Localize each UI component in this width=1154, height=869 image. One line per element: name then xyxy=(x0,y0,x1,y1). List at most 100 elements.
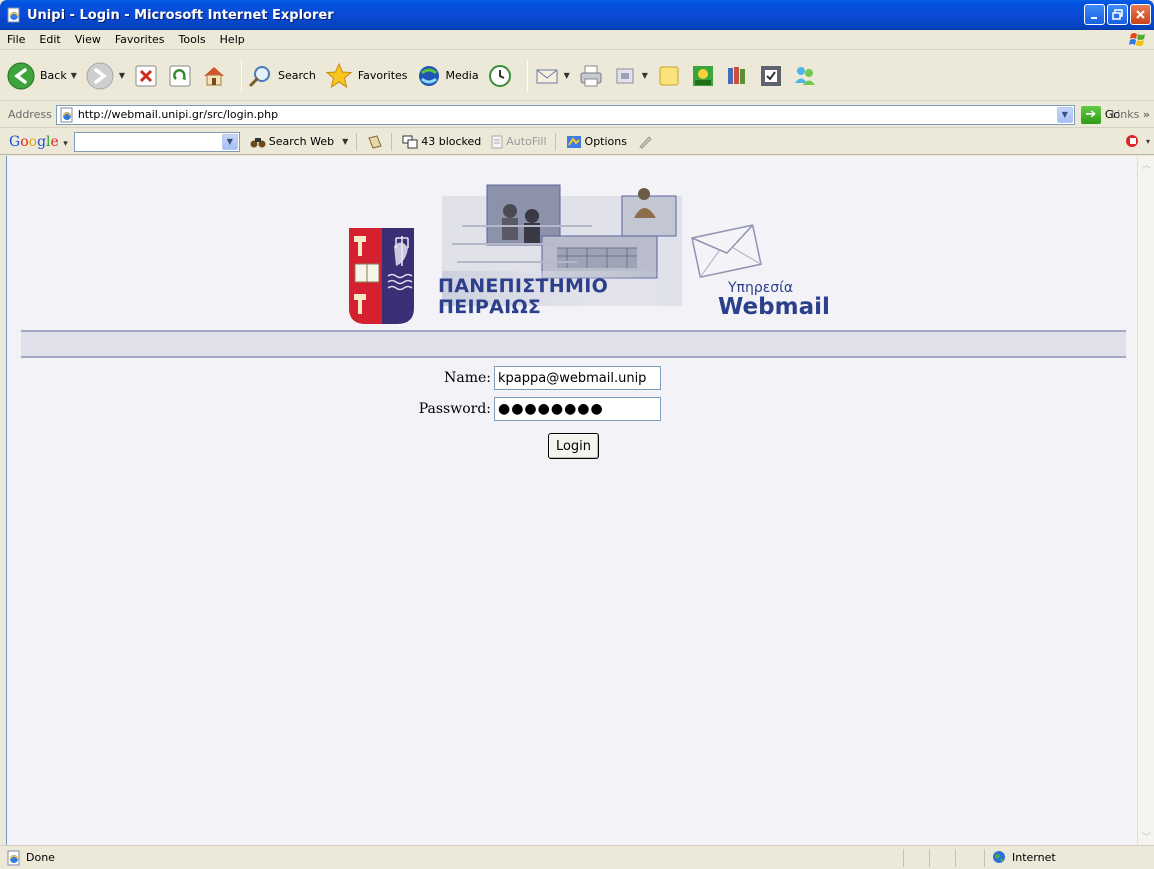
autofill-label: AutoFill xyxy=(506,135,547,148)
page-content: ΠΑΝΕΠΙΣΤΗΜΙΟ ΠΕΙΡΑΙΩΣ Υπηρεσία Webmail N… xyxy=(6,156,1137,845)
search-label: Search xyxy=(278,69,316,82)
zone-label: Internet xyxy=(1012,850,1056,864)
refresh-button[interactable] xyxy=(167,56,193,96)
chevron-right-double-icon: » xyxy=(1142,108,1150,121)
google-search-dropdown[interactable]: ▼ xyxy=(221,133,238,150)
title-bar[interactable]: Unipi - Login - Microsoft Internet Explo… xyxy=(0,0,1154,30)
menu-file[interactable]: File xyxy=(0,33,32,46)
toolbar-separator xyxy=(554,132,556,151)
highlight-button[interactable] xyxy=(637,135,653,149)
login-button[interactable]: Login xyxy=(548,433,599,459)
blocked-count-label: 43 blocked xyxy=(421,135,482,148)
options-label: Options xyxy=(584,135,627,148)
name-value: kpappa@webmail.unip xyxy=(498,370,647,386)
flower-pro-icon xyxy=(692,65,713,86)
favorites-button[interactable]: Favorites xyxy=(324,56,408,96)
autofill-icon xyxy=(491,135,503,148)
vertical-scrollbar[interactable]: ︿ ﹀ xyxy=(1137,156,1154,845)
password-value: ●●●●●●●● xyxy=(498,401,604,417)
password-label: Password: xyxy=(418,401,491,417)
address-bar: Address http://webmail.unipi.gr/src/logi… xyxy=(0,102,1154,128)
menu-view[interactable]: View xyxy=(68,33,108,46)
menu-tools[interactable]: Tools xyxy=(172,33,213,46)
address-label: Address xyxy=(8,108,52,121)
news-button[interactable] xyxy=(367,134,383,150)
address-dropdown-button[interactable]: ▼ xyxy=(1056,106,1073,123)
checkbox-panel-icon xyxy=(760,65,781,86)
chevron-down-icon[interactable]: ▼ xyxy=(119,71,125,80)
stop-button[interactable] xyxy=(133,56,159,96)
chevron-down-icon[interactable]: ▼ xyxy=(642,71,648,80)
menu-edit[interactable]: Edit xyxy=(32,33,67,46)
minimize-button[interactable] xyxy=(1084,4,1105,25)
chevron-down-icon[interactable]: ▼ xyxy=(564,71,570,80)
ie-page-icon xyxy=(7,7,20,23)
ie-page-icon xyxy=(60,107,73,122)
back-arrow-icon xyxy=(7,62,35,89)
popup-blocker-button[interactable]: 43 blocked xyxy=(402,135,481,149)
search-icon xyxy=(249,65,271,86)
google-toolbar: Google ▾ ▼ Search Web ▼ 43 blocked AutoF… xyxy=(0,129,1154,155)
chevron-down-icon[interactable]: ▼ xyxy=(71,71,77,80)
chevron-down-icon: ﹀ xyxy=(1141,833,1151,843)
stop-icon xyxy=(135,65,157,86)
favorites-label: Favorites xyxy=(357,69,408,82)
print-button[interactable] xyxy=(578,56,604,96)
standard-toolbar: Back ▼ ▼ Search Favorites Media ▼ ▼ xyxy=(0,51,1154,101)
address-input[interactable]: http://webmail.unipi.gr/src/login.php ▼ xyxy=(55,104,1075,125)
search-button[interactable]: Search xyxy=(248,56,316,96)
translate-pdf-icon xyxy=(1125,135,1138,147)
unipi-shield-logo xyxy=(349,228,414,324)
history-button[interactable] xyxy=(487,56,513,96)
google-search-input[interactable]: ▼ xyxy=(73,131,240,152)
links-label: Links xyxy=(1111,108,1140,121)
status-panel xyxy=(984,849,985,867)
options-button[interactable]: Options xyxy=(566,135,627,149)
restore-icon xyxy=(1112,9,1123,20)
home-button[interactable] xyxy=(201,56,227,96)
toolbar-separator xyxy=(356,132,358,151)
links-button[interactable]: Links » xyxy=(1111,108,1150,121)
minimize-icon xyxy=(1090,16,1097,19)
edit-page-icon xyxy=(616,68,634,83)
note-icon xyxy=(659,66,679,85)
messenger-button[interactable] xyxy=(792,56,818,96)
webmail-label: Webmail xyxy=(718,294,830,320)
mail-icon xyxy=(536,69,558,83)
name-input[interactable]: kpappa@webmail.unip xyxy=(494,366,661,390)
globe-icon xyxy=(993,851,1005,863)
binoculars-icon xyxy=(250,137,266,147)
toolbar-separator xyxy=(526,59,528,92)
password-input[interactable]: ●●●●●●●● xyxy=(494,397,661,421)
google-right-tools[interactable]: ▾ xyxy=(1124,133,1150,149)
google-logo[interactable]: Google ▾ xyxy=(9,134,68,150)
search-web-button[interactable]: Search Web ▼ xyxy=(250,135,348,149)
options-icon xyxy=(566,135,581,148)
chevron-down-icon[interactable]: ▾ xyxy=(1146,137,1150,146)
media-icon xyxy=(418,65,439,86)
menu-favorites[interactable]: Favorites xyxy=(108,33,172,46)
scroll-down-button[interactable]: ﹀ xyxy=(1139,829,1154,844)
toggle-button[interactable] xyxy=(758,56,784,96)
maximize-button[interactable] xyxy=(1107,4,1128,25)
research-button[interactable] xyxy=(724,56,750,96)
back-button[interactable]: Back ▼ xyxy=(6,56,77,96)
status-bar: Done Internet xyxy=(0,845,1154,869)
close-button[interactable] xyxy=(1130,4,1151,25)
notes-button[interactable] xyxy=(656,56,682,96)
media-button[interactable]: Media xyxy=(416,56,479,96)
edit-button[interactable]: ▼ xyxy=(612,56,648,96)
menu-bar: File Edit View Favorites Tools Help xyxy=(0,30,1154,50)
go-arrow-icon: ➔ xyxy=(1080,105,1101,124)
forward-button[interactable]: ▼ xyxy=(85,56,125,96)
university-name-line1: ΠΑΝΕΠΙΣΤΗΜΙΟ xyxy=(438,275,609,297)
messenger-pro-button[interactable] xyxy=(690,56,716,96)
unipi-webmail-banner: ΠΑΝΕΠΙΣΤΗΜΙΟ ΠΕΙΡΑΙΩΣ Υπηρεσία Webmail xyxy=(342,176,830,326)
people-icon xyxy=(794,66,815,85)
scroll-up-button[interactable]: ︿ xyxy=(1139,157,1154,172)
mail-button[interactable]: ▼ xyxy=(534,56,570,96)
menu-help[interactable]: Help xyxy=(213,33,252,46)
password-row: Password: ●●●●●●●● xyxy=(417,397,661,421)
autofill-button[interactable]: AutoFill xyxy=(491,135,547,149)
chevron-down-icon[interactable]: ▼ xyxy=(342,137,348,146)
